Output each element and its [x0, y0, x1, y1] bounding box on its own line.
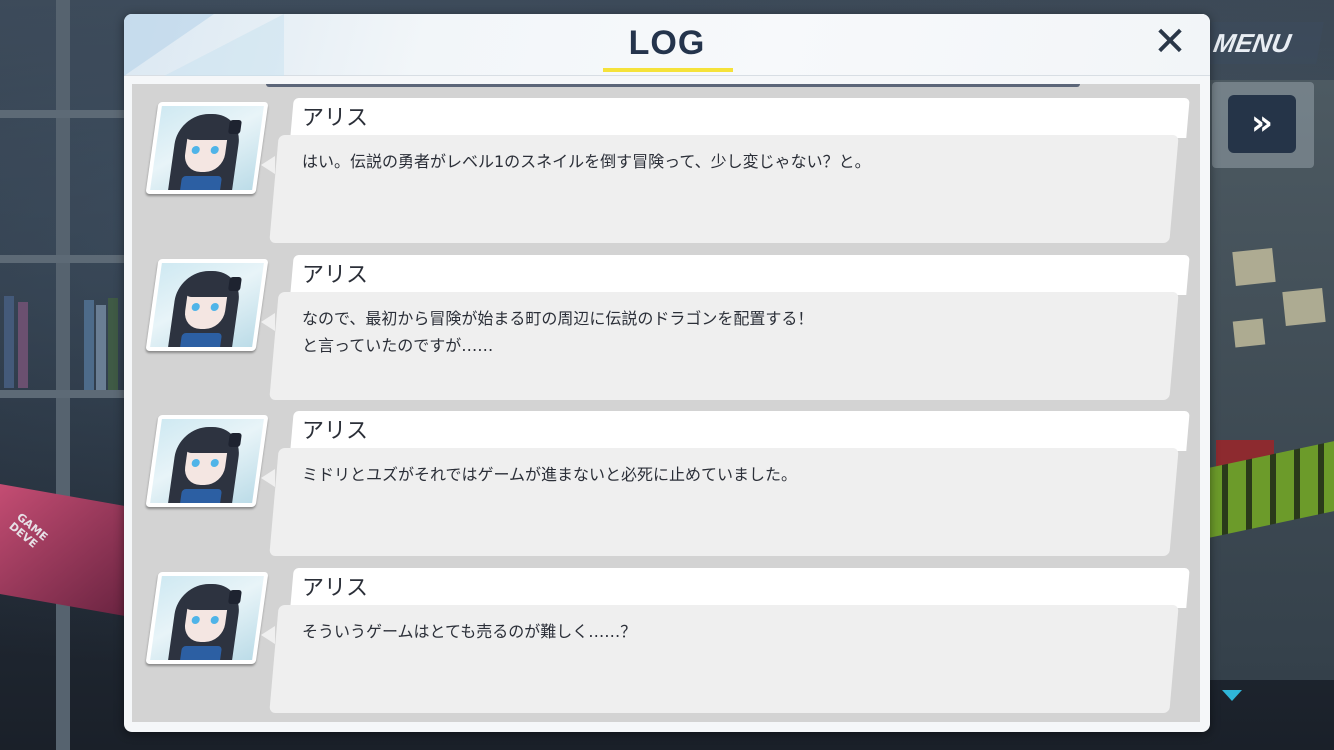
book — [4, 296, 14, 388]
message-text: そういうゲームはとても売るのが難しく……？ — [302, 622, 637, 641]
bubble-tail — [261, 313, 275, 331]
close-icon: ✕ — [1153, 19, 1187, 65]
book — [108, 298, 118, 390]
sticky-note — [1282, 288, 1326, 326]
name-plate — [290, 568, 1190, 608]
fast-forward-icon: » — [1251, 103, 1273, 143]
message-text: なので、最初から冒険が始まる町の周辺に伝説のドラゴンを配置する！ と言っていたの… — [302, 309, 814, 355]
speaker-name: アリス — [302, 263, 369, 288]
message-text: はい。伝説の勇者がレベル1のスネイルを倒す冒険って、少し変じゃない？と。 — [302, 152, 871, 171]
sticky-note — [1232, 318, 1266, 348]
log-entry: アリス そういうゲームはとても売るのが難しく……？ — [132, 554, 1200, 713]
close-button[interactable]: ✕ — [1150, 22, 1190, 64]
avatar — [145, 259, 269, 351]
speaker-name: アリス — [302, 106, 369, 131]
menu-label: MENU — [1211, 28, 1294, 58]
log-entry: アリス ミドリとユズがそれではゲームが進まないと必死に止めていました。 — [132, 397, 1200, 556]
title-underline — [603, 68, 733, 72]
log-header: LOG ✕ — [124, 14, 1210, 76]
avatar — [145, 415, 269, 507]
book — [96, 305, 106, 390]
name-plate — [290, 98, 1190, 138]
character-portrait — [150, 419, 264, 503]
character-portrait — [150, 263, 264, 347]
log-list[interactable]: アリス はい。伝説の勇者がレベル1のスネイルを倒す冒険って、少し変じゃない？と。… — [132, 84, 1200, 722]
speaker-name: アリス — [302, 576, 369, 601]
name-plate — [290, 411, 1190, 451]
message-text: ミドリとユズがそれではゲームが進まないと必死に止めていました。 — [302, 465, 798, 484]
name-plate — [290, 255, 1190, 295]
log-title: LOG — [628, 24, 706, 62]
character-portrait — [150, 576, 264, 660]
wall-panel — [1204, 80, 1334, 680]
avatar — [145, 102, 269, 194]
speaker-name: アリス — [302, 419, 369, 444]
bubble-tail — [261, 156, 275, 174]
bubble-tail — [261, 626, 275, 644]
shelf — [0, 255, 130, 263]
book — [18, 302, 28, 388]
log-entry: アリス なので、最初から冒険が始まる町の周辺に伝説のドラゴンを配置する！ と言っ… — [132, 241, 1200, 400]
sticky-note — [1232, 248, 1276, 286]
book — [84, 300, 94, 390]
game-dev-book — [0, 483, 125, 617]
shelf — [0, 110, 130, 118]
log-entry: アリス はい。伝説の勇者がレベル1のスネイルを倒す冒険って、少し変じゃない？と。 — [132, 84, 1200, 243]
fast-forward-button[interactable]: » — [1228, 95, 1296, 153]
character-portrait — [150, 106, 264, 190]
log-modal: LOG ✕ アリス はい。伝説の勇者がレベル1のスネイルを倒す冒険って、少し変じ… — [124, 14, 1210, 732]
bubble-tail — [261, 469, 275, 487]
avatar — [145, 572, 269, 664]
menu-button[interactable]: MENU — [1204, 22, 1324, 64]
scroll-down-arrow-icon[interactable] — [1222, 690, 1242, 701]
shelf — [0, 390, 130, 398]
